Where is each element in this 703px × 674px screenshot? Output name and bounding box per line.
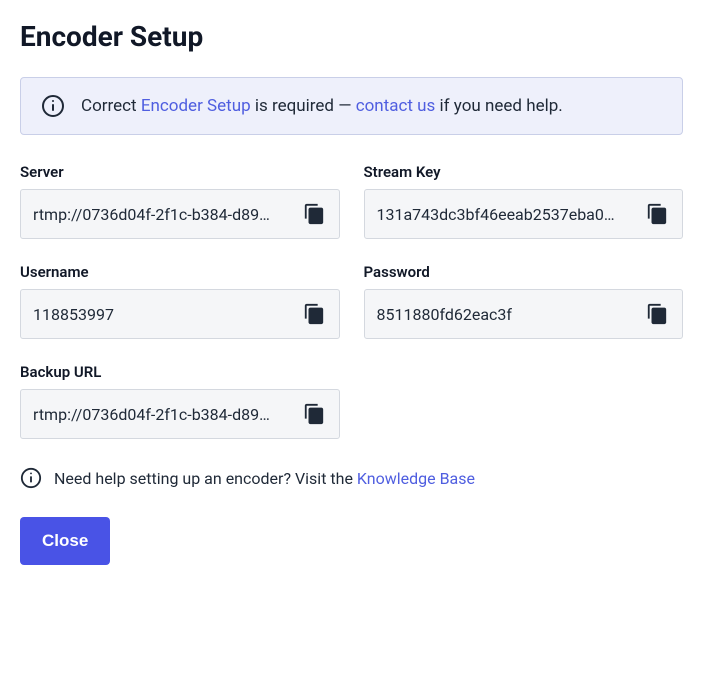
banner-text: Correct Encoder Setup is required — cont… bbox=[81, 96, 563, 116]
stream-key-value-box: 131a743dc3bf46eeab2537eba0… bbox=[364, 189, 684, 239]
password-value-box: 8511880fd62eac3f bbox=[364, 289, 684, 339]
password-field: Password 8511880fd62eac3f bbox=[364, 263, 684, 339]
username-value: 118853997 bbox=[33, 305, 293, 324]
server-value-box: rtmp://0736d04f-2f1c-b384-d89… bbox=[20, 189, 340, 239]
server-label: Server bbox=[20, 163, 340, 181]
page-title: Encoder Setup bbox=[20, 20, 683, 53]
backup-url-field: Backup URL rtmp://0736d04f-2f1c-b384-d89… bbox=[20, 363, 340, 439]
knowledge-base-link[interactable]: Knowledge Base bbox=[357, 469, 475, 488]
copy-username-button[interactable] bbox=[301, 301, 327, 327]
info-icon bbox=[20, 467, 42, 489]
server-value: rtmp://0736d04f-2f1c-b384-d89… bbox=[33, 205, 293, 224]
password-label: Password bbox=[364, 263, 684, 281]
encoder-setup-link[interactable]: Encoder Setup bbox=[141, 96, 251, 116]
copy-backup-url-button[interactable] bbox=[301, 401, 327, 427]
stream-key-value: 131a743dc3bf46eeab2537eba0… bbox=[377, 205, 637, 224]
backup-url-value: rtmp://0736d04f-2f1c-b384-d89… bbox=[33, 405, 293, 424]
copy-icon bbox=[646, 303, 668, 325]
copy-server-button[interactable] bbox=[301, 201, 327, 227]
username-field: Username 118853997 bbox=[20, 263, 340, 339]
copy-password-button[interactable] bbox=[644, 301, 670, 327]
copy-icon bbox=[646, 203, 668, 225]
backup-url-label: Backup URL bbox=[20, 363, 340, 381]
stream-key-label: Stream Key bbox=[364, 163, 684, 181]
close-button[interactable]: Close bbox=[20, 517, 110, 565]
password-value: 8511880fd62eac3f bbox=[377, 305, 637, 324]
copy-icon bbox=[303, 403, 325, 425]
copy-icon bbox=[303, 303, 325, 325]
server-field: Server rtmp://0736d04f-2f1c-b384-d89… bbox=[20, 163, 340, 239]
stream-key-field: Stream Key 131a743dc3bf46eeab2537eba0… bbox=[364, 163, 684, 239]
backup-url-value-box: rtmp://0736d04f-2f1c-b384-d89… bbox=[20, 389, 340, 439]
info-icon bbox=[41, 94, 65, 118]
setup-info-banner: Correct Encoder Setup is required — cont… bbox=[20, 77, 683, 135]
copy-icon bbox=[303, 203, 325, 225]
help-hint: Need help setting up an encoder? Visit t… bbox=[20, 467, 683, 489]
username-value-box: 118853997 bbox=[20, 289, 340, 339]
copy-stream-key-button[interactable] bbox=[644, 201, 670, 227]
username-label: Username bbox=[20, 263, 340, 281]
hint-text: Need help setting up an encoder? Visit t… bbox=[54, 469, 475, 488]
contact-us-link[interactable]: contact us bbox=[356, 96, 436, 116]
